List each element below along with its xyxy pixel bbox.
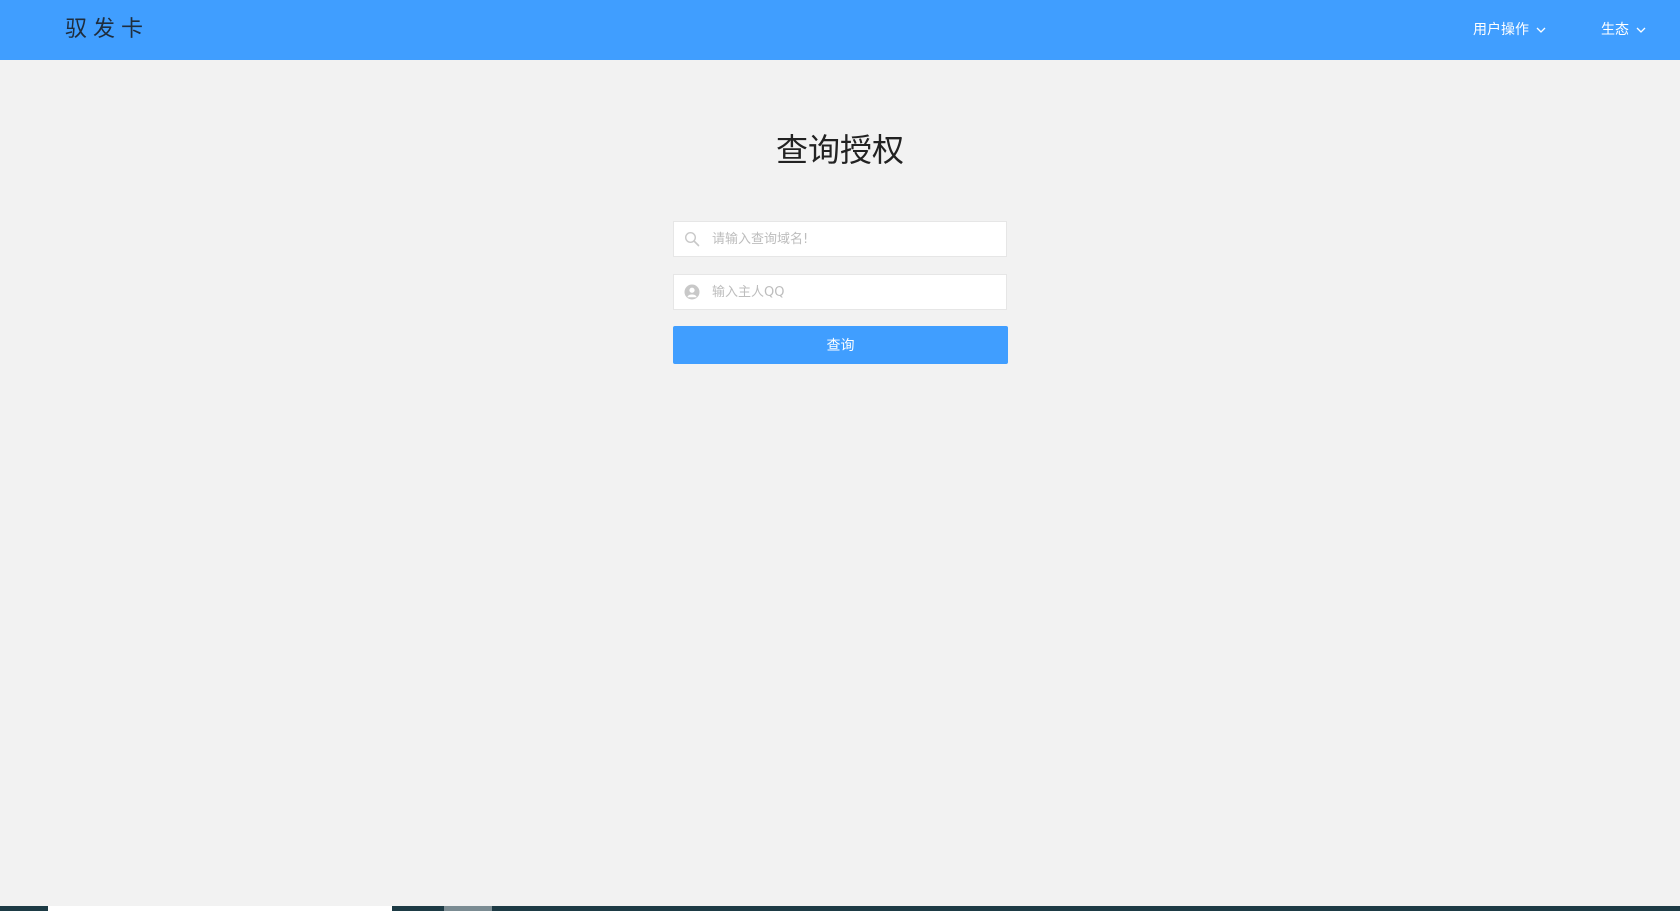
nav-user-actions-label: 用户操作 <box>1473 22 1529 38</box>
top-navbar: 驭发卡 用户操作 生态 <box>0 0 1680 60</box>
chevron-down-icon <box>1636 27 1646 33</box>
nav-user-actions[interactable]: 用户操作 <box>1473 19 1547 41</box>
qq-field[interactable] <box>673 274 1007 310</box>
site-logo[interactable]: 驭发卡 <box>65 16 149 44</box>
search-icon <box>684 231 700 247</box>
page-title: 查询授权 <box>775 131 904 169</box>
domain-input[interactable] <box>712 222 1000 256</box>
chevron-down-icon <box>1536 27 1546 33</box>
query-button[interactable]: 查询 <box>673 326 1008 364</box>
qq-input[interactable] <box>712 275 1000 309</box>
taskbar-segment <box>48 906 392 911</box>
taskbar-segment <box>444 906 492 911</box>
domain-field[interactable] <box>673 221 1007 257</box>
nav-ecosystem[interactable]: 生态 <box>1601 19 1647 41</box>
user-icon <box>684 284 700 300</box>
nav-ecosystem-label: 生态 <box>1601 22 1629 38</box>
